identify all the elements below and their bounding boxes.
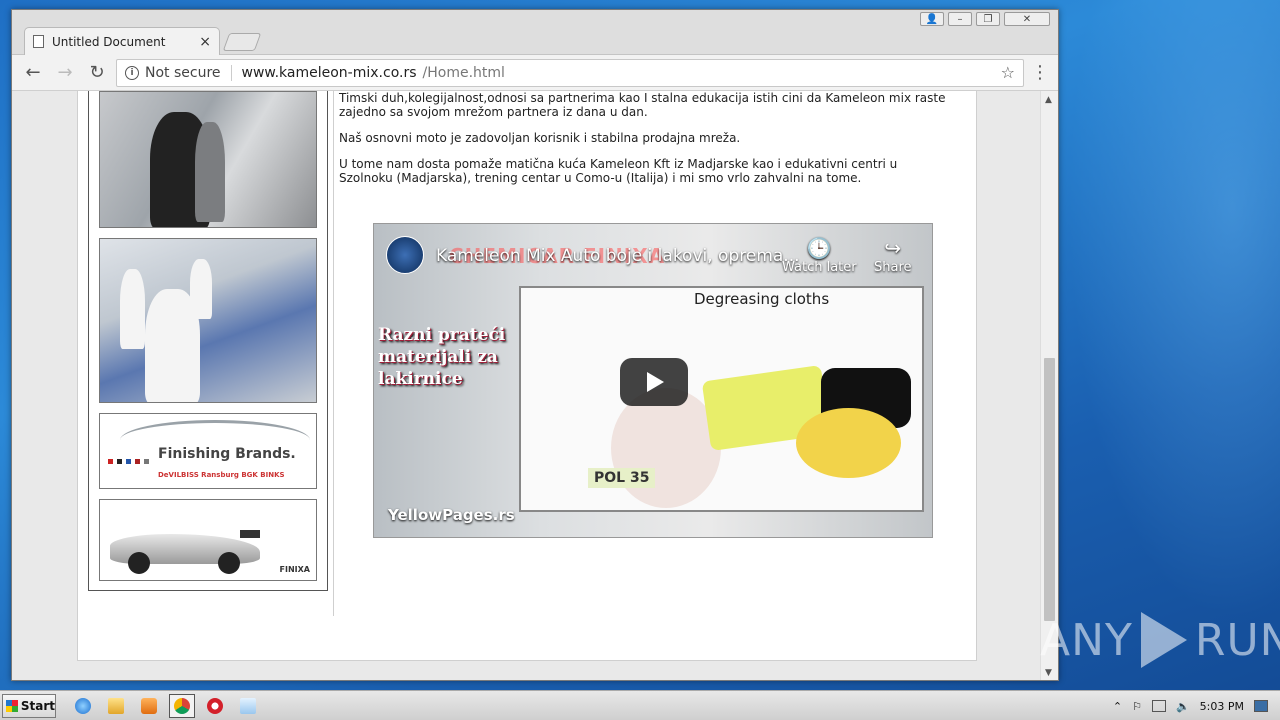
folder-icon [108, 697, 124, 714]
taskbar-ie[interactable] [70, 694, 96, 718]
watermark-right: RUN [1194, 614, 1280, 666]
menu-icon[interactable]: ⋮ [1030, 62, 1050, 83]
pol-label: POL 35 [588, 468, 656, 488]
car-wheel-front [128, 552, 150, 574]
finishing-brands-text: Finishing Brands. [158, 446, 296, 462]
opera-icon [207, 697, 223, 714]
flag-tray-icon[interactable]: ⚐ [1132, 700, 1142, 713]
car-wheel-rear [218, 552, 240, 574]
watermark-left: ANY [1040, 614, 1133, 666]
car-spoiler [240, 530, 260, 538]
youtube-embed[interactable]: CHEMICAR FINIXA Kameleon Mix Auto boje i… [373, 223, 933, 538]
bookmark-star-icon[interactable]: ☆ [1001, 63, 1015, 82]
channel-avatar[interactable] [386, 236, 424, 274]
column-divider [333, 91, 334, 616]
start-button[interactable]: Start [2, 693, 56, 718]
taskbar-chrome[interactable] [169, 693, 195, 718]
desktop-glow [1040, 0, 1280, 690]
taskbar: Start ⌃ ⚐ 🔈 5:03 PM [0, 690, 1280, 720]
paragraph-education: U tome nam dosta pomaže matična kuća Kam… [339, 157, 898, 185]
brand-row: DeVILBISS Ransburg BGK BINKS [158, 471, 285, 479]
paint-booth-photo [99, 238, 317, 403]
taskbar-explorer[interactable] [103, 694, 129, 718]
start-label: Start [20, 698, 55, 713]
degreasing-label: Degreasing cloths [694, 290, 830, 308]
tab-close-icon[interactable]: × [199, 34, 211, 50]
tray-expand-icon[interactable]: ⌃ [1113, 700, 1122, 713]
reload-button[interactable]: ↻ [84, 60, 110, 86]
media-player-icon [141, 697, 157, 714]
clock[interactable]: 5:03 PM [1200, 700, 1244, 713]
title-bar: Untitled Document × 👤 – ❐ ✕ [12, 10, 1058, 55]
browser-tab[interactable]: Untitled Document × [24, 27, 220, 55]
play-button[interactable] [620, 358, 688, 406]
window-controls: 👤 – ❐ ✕ [920, 12, 1050, 26]
share-icon: ↪ [884, 236, 902, 260]
technician-figure-2 [195, 122, 225, 222]
finishing-brands-logo: Finishing Brands. DeVILBISS Ransburg BGK… [99, 413, 317, 489]
address-separator [230, 64, 232, 81]
yellowpages-logo: YellowPages.rs [388, 506, 515, 524]
watch-later-label: Watch later [782, 260, 857, 275]
workshop-photo [99, 91, 317, 228]
ie-icon [75, 697, 91, 714]
vertical-scrollbar[interactable]: ▲ ▼ [1040, 91, 1058, 680]
forward-button[interactable]: → [52, 60, 78, 86]
url-path: /Home.html [422, 64, 505, 81]
video-left-text: Razni prateći materijali za lakirnice [378, 324, 518, 390]
restore-button[interactable]: ❐ [976, 12, 1000, 26]
system-tray: ⌃ ⚐ 🔈 5:03 PM [1113, 691, 1280, 720]
page-container: Finishing Brands. DeVILBISS Ransburg BGK… [77, 91, 977, 661]
video-product-frame [519, 286, 924, 512]
address-bar[interactable]: i Not secure www.kameleon-mix.co.rs/Home… [116, 58, 1024, 87]
minimize-button[interactable]: – [948, 12, 972, 26]
url-host: www.kameleon-mix.co.rs [241, 64, 417, 81]
color-dots [108, 459, 149, 464]
network-icon[interactable] [1151, 700, 1166, 712]
taskbar-notepad[interactable] [235, 694, 261, 718]
show-desktop-icon[interactable] [1254, 700, 1268, 712]
windows-flag-icon [6, 699, 18, 712]
share-button[interactable]: ↪ Share [874, 236, 912, 275]
paragraph-teamwork: Timski duh,kolegijalnost,odnosi sa partn… [339, 91, 946, 119]
security-label: Not secure [145, 64, 221, 81]
new-tab-button[interactable] [222, 33, 262, 51]
sidebar-images: Finishing Brands. DeVILBISS Ransburg BGK… [88, 91, 328, 591]
play-triangle-icon [1140, 612, 1187, 668]
scrollbar-thumb[interactable] [1044, 358, 1055, 621]
clock-icon: 🕒 [806, 236, 832, 260]
taskbar-opera[interactable] [202, 694, 228, 718]
user-icon[interactable]: 👤 [920, 12, 944, 26]
finixa-label: FINIXA [279, 565, 310, 574]
browser-window: Untitled Document × 👤 – ❐ ✕ ← → ↻ i Not … [11, 9, 1059, 681]
observer-figure-2 [190, 259, 212, 319]
video-left-text-label: Razni prateći materijali za lakirnice [378, 325, 506, 389]
close-button[interactable]: ✕ [1004, 12, 1050, 26]
document-icon [33, 35, 44, 48]
tab-title: Untitled Document [52, 34, 166, 49]
anyrun-watermark: ANY RUN [1040, 608, 1280, 672]
notepad-icon [240, 697, 256, 714]
watch-later-button[interactable]: 🕒 Watch later [782, 236, 857, 275]
observer-figure [120, 269, 145, 349]
browser-toolbar: ← → ↻ i Not secure www.kameleon-mix.co.r… [12, 55, 1058, 91]
info-icon[interactable]: i [125, 65, 139, 80]
race-car-image: FINIXA [99, 499, 317, 581]
chrome-icon [174, 697, 190, 714]
main-content: Timski duh,kolegijalnost,odnosi sa partn… [339, 91, 949, 197]
scroll-up-icon[interactable]: ▲ [1045, 95, 1052, 105]
polisher-pad [796, 408, 901, 478]
volume-icon[interactable]: 🔈 [1176, 700, 1190, 713]
video-title[interactable]: Kameleon Mix Auto boje i lakovi, oprema.… [436, 246, 800, 266]
taskbar-media[interactable] [136, 694, 162, 718]
share-label: Share [874, 260, 912, 275]
back-button[interactable]: ← [20, 60, 46, 86]
page-viewport: Finishing Brands. DeVILBISS Ransburg BGK… [12, 91, 1040, 680]
paragraph-motto: Naš osnovni moto je zadovoljan korisnik … [339, 131, 741, 145]
